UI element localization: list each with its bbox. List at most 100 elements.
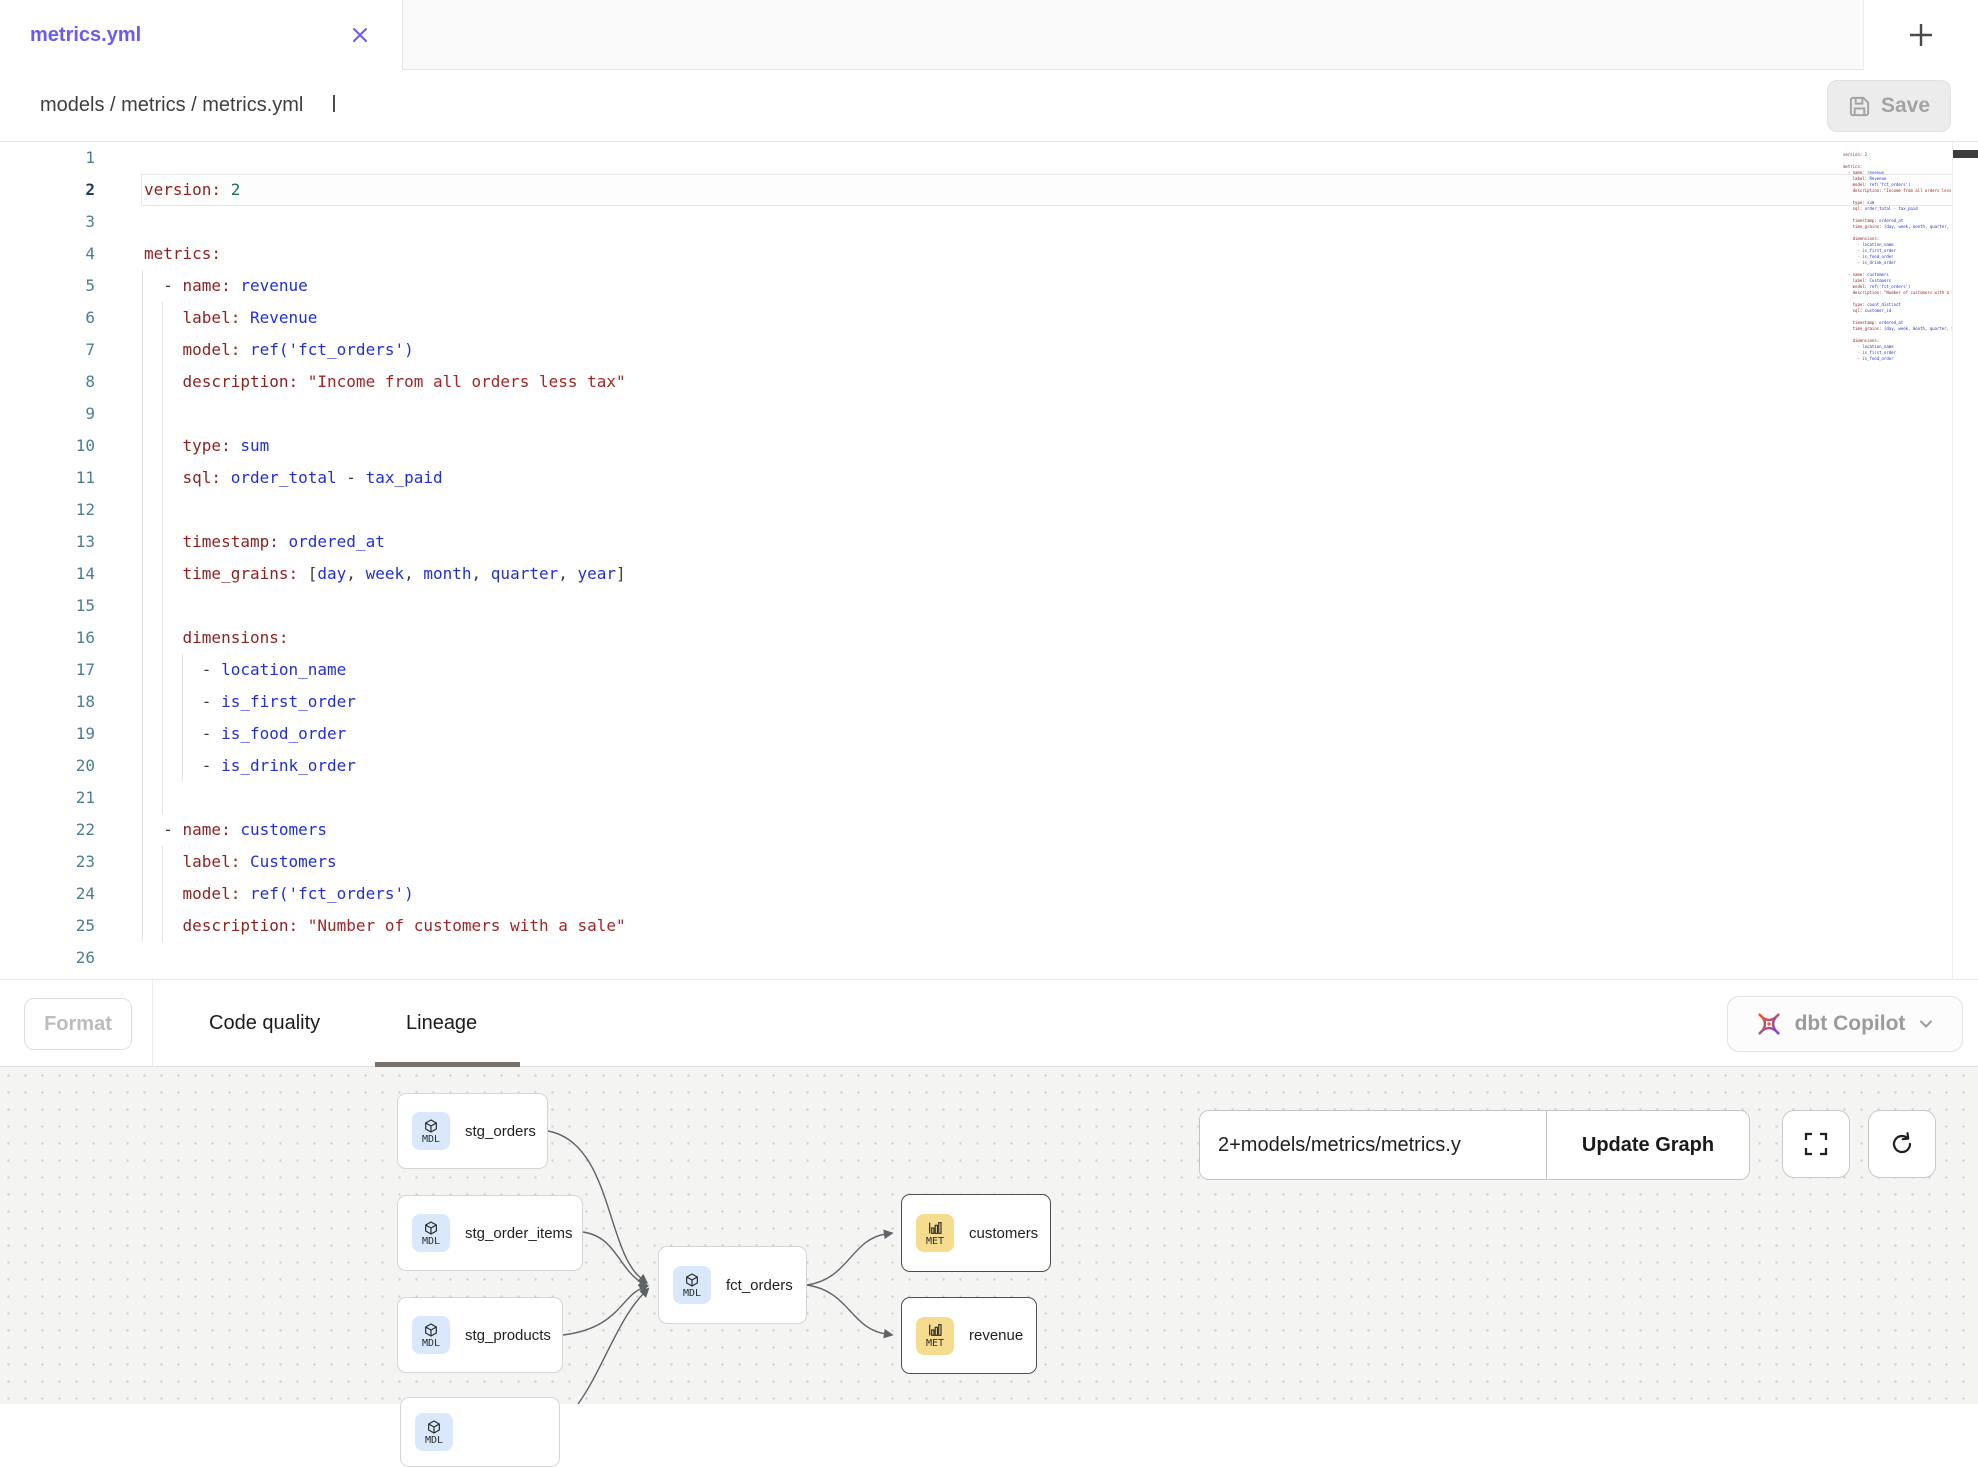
line-number: 18 xyxy=(0,686,95,718)
lineage-canvas[interactable]: MDL stg_orders MDL stg_order_items MDL stg_pr… xyxy=(0,1067,1978,1404)
chevron-down-icon xyxy=(1917,1015,1935,1033)
line-number: 5 xyxy=(0,270,95,302)
scrollbar-marker[interactable] xyxy=(1953,150,1978,158)
model-tile: MDL xyxy=(412,1214,450,1252)
tab-title: metrics.yml xyxy=(30,24,141,47)
metric-tile: MET xyxy=(916,1214,954,1252)
model-tile: MDL xyxy=(673,1266,711,1304)
line-number: 9 xyxy=(0,398,95,430)
node-label: revenue xyxy=(969,1327,1023,1344)
indent-guide xyxy=(182,654,183,782)
model-tile: MDL xyxy=(415,1413,453,1451)
minimap-line: time_grains: [day, week, month, quarter,… xyxy=(1843,224,1952,230)
code-line xyxy=(144,398,1938,430)
metric-chart-icon xyxy=(927,1220,943,1236)
line-number: 13 xyxy=(0,526,95,558)
code-line: dimensions: xyxy=(144,622,1938,654)
lineage-node-stg_products[interactable]: MDL stg_products xyxy=(397,1297,563,1373)
minimap[interactable]: version: 2metrics: - name: revenue label… xyxy=(1843,146,1952,446)
code-line xyxy=(144,942,1938,974)
dbt-copilot-logo-icon xyxy=(1755,1010,1783,1038)
tile-kind-label: MDL xyxy=(422,1134,440,1145)
lineage-node-revenue[interactable]: MET revenue xyxy=(901,1297,1037,1374)
graph-selector-input[interactable] xyxy=(1200,1111,1546,1179)
refresh-button[interactable] xyxy=(1868,1110,1936,1178)
format-button[interactable]: Format xyxy=(24,998,132,1050)
code-line: - is_drink_order xyxy=(144,750,1938,782)
code-line: - location_name xyxy=(144,654,1938,686)
lineage-node-partial[interactable]: MDL xyxy=(400,1397,560,1467)
dbt-copilot-button[interactable]: dbt Copilot xyxy=(1727,996,1963,1052)
line-number: 25 xyxy=(0,910,95,942)
save-button[interactable]: Save xyxy=(1827,80,1951,132)
code-line xyxy=(144,206,1938,238)
toolbar-divider xyxy=(152,980,153,1067)
line-number: 26 xyxy=(0,942,95,974)
tile-kind-label: MDL xyxy=(422,1236,440,1247)
indent-guide xyxy=(142,270,143,942)
fullscreen-button[interactable] xyxy=(1782,1110,1850,1178)
line-number: 14 xyxy=(0,558,95,590)
update-graph-button[interactable]: Update Graph xyxy=(1546,1111,1749,1179)
code-line xyxy=(144,590,1938,622)
code-line: description: "Income from all orders les… xyxy=(144,366,1938,398)
refresh-icon xyxy=(1888,1130,1916,1158)
code-line: - name: revenue xyxy=(144,270,1938,302)
tile-kind-label: MET xyxy=(926,1338,944,1349)
tile-kind-label: MDL xyxy=(422,1338,440,1349)
line-number: 11 xyxy=(0,462,95,494)
minimap-line: description: "Income from all orders les… xyxy=(1843,188,1952,194)
minimap-border xyxy=(1952,142,1953,980)
line-number: 3 xyxy=(0,206,95,238)
text-caret xyxy=(333,95,335,112)
node-label: fct_orders xyxy=(726,1277,793,1294)
copilot-label: dbt Copilot xyxy=(1795,1012,1906,1036)
code-line: label: Revenue xyxy=(144,302,1938,334)
minimap-line: time_grains: [day, week, month, quarter,… xyxy=(1843,326,1952,332)
model-tile: MDL xyxy=(412,1316,450,1354)
code-line: timestamp: ordered_at xyxy=(144,526,1938,558)
tab-strip: metrics.yml xyxy=(0,0,1978,70)
format-label: Format xyxy=(44,1013,112,1036)
tile-kind-label: MET xyxy=(926,1236,944,1247)
model-cube-icon xyxy=(423,1322,439,1338)
tab-metrics-yml[interactable]: metrics.yml xyxy=(0,0,403,70)
tab-code-quality[interactable]: Code quality xyxy=(209,980,320,1067)
new-tab-button[interactable] xyxy=(1863,0,1978,70)
save-label: Save xyxy=(1881,94,1930,118)
node-label: stg_orders xyxy=(465,1123,536,1140)
metric-chart-icon xyxy=(927,1322,943,1338)
minimap-line: - is_food_order xyxy=(1843,356,1952,362)
tile-kind-label: MDL xyxy=(425,1435,443,1446)
line-number: 20 xyxy=(0,750,95,782)
code-line: label: Customers xyxy=(144,846,1938,878)
line-number: 2 xyxy=(0,174,95,206)
code-line: - is_first_order xyxy=(144,686,1938,718)
code-line: time_grains: [day, week, month, quarter,… xyxy=(144,558,1938,590)
lineage-node-fct_orders[interactable]: MDL fct_orders xyxy=(658,1246,807,1324)
node-label: stg_order_items xyxy=(465,1225,573,1242)
breadcrumb: models / metrics / metrics.yml xyxy=(40,94,303,117)
fullscreen-icon xyxy=(1803,1131,1829,1157)
selector-group: Update Graph xyxy=(1199,1110,1750,1180)
line-number: 19 xyxy=(0,718,95,750)
line-number: 7 xyxy=(0,334,95,366)
lineage-node-stg_order_items[interactable]: MDL stg_order_items xyxy=(397,1195,583,1271)
minimap-line: description: "Number of customers with a… xyxy=(1843,290,1952,296)
lineage-node-customers[interactable]: METcustomers xyxy=(901,1194,1051,1272)
tab-lineage[interactable]: Lineage xyxy=(406,980,477,1067)
line-number: 16 xyxy=(0,622,95,654)
code-line: - name: customers xyxy=(144,814,1938,846)
graph-controls: Update Graph xyxy=(1199,1110,1750,1180)
code-quality-label: Code quality xyxy=(209,1012,320,1035)
line-number: 10 xyxy=(0,430,95,462)
close-icon[interactable] xyxy=(350,25,370,45)
plus-icon xyxy=(1906,20,1936,50)
lineage-node-stg_orders[interactable]: MDL stg_orders xyxy=(397,1093,548,1169)
code-editor[interactable]: 1234567891011121314151617181920212223242… xyxy=(0,142,1978,980)
model-cube-icon xyxy=(423,1118,439,1134)
node-label: stg_products xyxy=(465,1327,551,1344)
line-number-gutter: 1234567891011121314151617181920212223242… xyxy=(0,142,95,974)
code-line xyxy=(144,782,1938,814)
line-number: 22 xyxy=(0,814,95,846)
